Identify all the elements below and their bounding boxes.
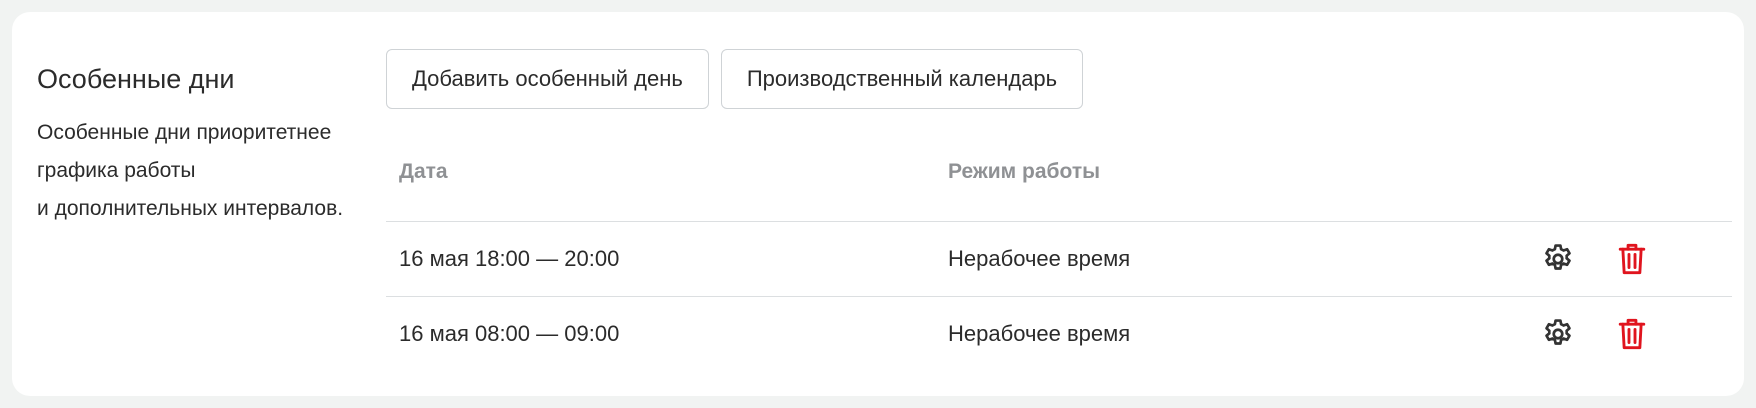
- production-calendar-button[interactable]: Производственный календарь: [720, 49, 1084, 109]
- row-actions: [1538, 314, 1652, 354]
- add-special-day-button[interactable]: Добавить особенный день: [386, 49, 709, 109]
- table-header: Дата Режим работы: [386, 147, 1732, 222]
- row-mode: Нерабочее время: [948, 246, 1131, 271]
- description-line: графика работы: [37, 159, 196, 182]
- row-mode: Нерабочее время: [948, 321, 1131, 346]
- row-date: 16 мая 18:00 — 20:00: [399, 246, 620, 271]
- row-actions: [1538, 239, 1652, 279]
- trash-icon[interactable]: [1612, 239, 1652, 279]
- special-days-content: Добавить особенный день Производственный…: [386, 49, 1732, 371]
- toolbar: Добавить особенный день Производственный…: [386, 49, 1732, 109]
- table-row: 16 мая 18:00 — 20:00 Нерабочее время: [386, 222, 1732, 296]
- section-info: Особенные дни Особенные дни приоритетнее…: [37, 62, 377, 228]
- column-header-mode: Режим работы: [948, 160, 1101, 183]
- gear-icon[interactable]: [1538, 314, 1578, 354]
- section-description: Особенные дни приоритетнее графика работ…: [37, 114, 377, 228]
- column-header-date: Дата: [399, 160, 448, 183]
- row-date: 16 мая 08:00 — 09:00: [399, 321, 620, 346]
- description-line: Особенные дни приоритетнее: [37, 121, 332, 144]
- special-days-card: Особенные дни Особенные дни приоритетнее…: [12, 12, 1744, 396]
- trash-icon[interactable]: [1612, 314, 1652, 354]
- section-title: Особенные дни: [37, 64, 235, 94]
- special-days-table: Дата Режим работы 16 мая 18:00 — 20:00 Н…: [386, 147, 1732, 371]
- table-row: 16 мая 08:00 — 09:00 Нерабочее время: [386, 296, 1732, 371]
- description-line: и дополнительных интервалов.: [37, 197, 344, 220]
- gear-icon[interactable]: [1538, 239, 1578, 279]
